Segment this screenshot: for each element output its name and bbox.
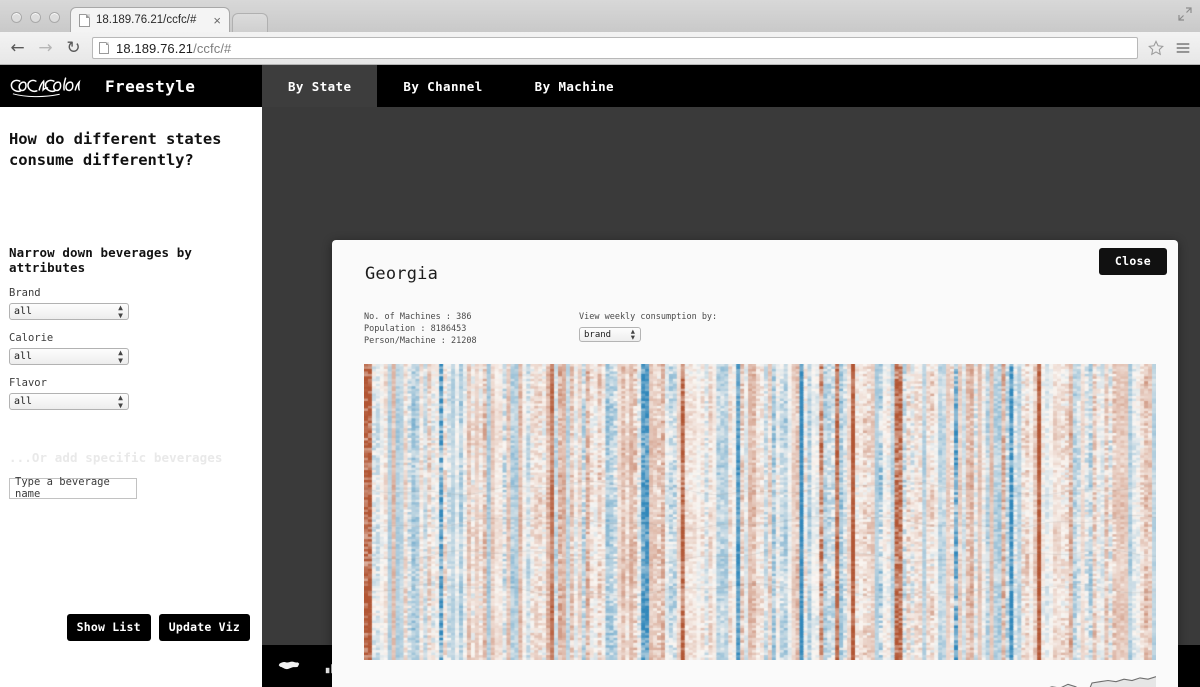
update-viz-button[interactable]: Update Viz <box>158 614 250 641</box>
view-by-select[interactable]: brand ▲ ▼ <box>579 327 641 342</box>
browser-tabstrip: 18.189.76.21/ccfc/# × <box>0 0 1200 32</box>
sidebar-actions: Show List Update Viz <box>0 614 250 641</box>
stat-person-per-machine-value: 21208 <box>451 336 477 347</box>
state-detail-modal: Close Georgia No. of Machines : 386 Popu… <box>332 240 1178 687</box>
filter-brand-select[interactable]: all ▲ ▼ <box>9 302 129 320</box>
page-icon <box>79 13 90 27</box>
window-close-button[interactable] <box>11 12 22 23</box>
browser-toolbar: ← → ↻ 18.189.76.21/ccfc/# <box>0 32 1200 65</box>
window-minimize-button[interactable] <box>30 12 41 23</box>
close-button[interactable]: Close <box>1098 248 1167 275</box>
heatmap-canvas[interactable] <box>364 364 1156 660</box>
forward-arrow-icon[interactable]: → <box>36 39 55 58</box>
area-chart-fill <box>1051 676 1156 687</box>
area-chart-svg <box>1049 676 1156 687</box>
browser-chrome: 18.189.76.21/ccfc/# × ← → ↻ 18.189.76.21… <box>0 0 1200 65</box>
filter-flavor-label: Flavor <box>9 376 47 389</box>
hamburger-menu-icon[interactable] <box>1174 39 1192 57</box>
stat-machines-value: 386 <box>456 312 472 322</box>
stat-machines-label: No. of Machines <box>364 312 441 322</box>
tab-by-state[interactable]: By State <box>262 65 378 107</box>
chevron-updown-icon: ▲ ▼ <box>118 348 123 365</box>
url-path: /ccfc/# <box>193 40 232 56</box>
view-by-label: View weekly consumption by: <box>579 312 718 322</box>
page-icon <box>99 42 109 54</box>
view-by-value: brand <box>584 329 612 340</box>
address-bar-url: 18.189.76.21/ccfc/# <box>116 41 231 56</box>
filter-calorie: Calorie all ▲ ▼ <box>9 332 250 365</box>
specific-beverages-heading: ...Or add specific beverages <box>9 449 223 465</box>
app-header: Freestyle By State By Channel By Machine <box>0 65 1200 107</box>
browser-tab[interactable]: 18.189.76.21/ccfc/# × <box>70 7 230 32</box>
stat-population-label: Population <box>364 324 416 335</box>
maximize-icon[interactable] <box>1177 6 1193 22</box>
address-bar[interactable]: 18.189.76.21/ccfc/# <box>92 37 1138 59</box>
page-title: How do different states consume differen… <box>9 130 222 169</box>
filter-brand-value: all <box>14 305 33 317</box>
filter-flavor: Flavor all ▲ ▼ <box>9 377 250 410</box>
window-controls[interactable] <box>0 12 70 32</box>
filter-calorie-label: Calorie <box>9 331 54 344</box>
app-brand-name: Freestyle <box>105 76 196 96</box>
chevron-updown-icon: ▲ ▼ <box>118 393 123 410</box>
modal-title: Georgia <box>365 264 439 284</box>
brand-zone: Freestyle <box>0 65 262 107</box>
sidebar: How do different states consume differen… <box>0 107 262 687</box>
view-by-control: View weekly consumption by: brand ▲ ▼ <box>579 312 717 342</box>
area-chart-line <box>1049 676 1156 687</box>
application: Freestyle By State By Channel By Machine… <box>0 65 1200 687</box>
beverage-search-input[interactable]: Type a beverage name <box>9 476 137 501</box>
workspace: How do different states consume differen… <box>0 107 1200 687</box>
filter-calorie-select[interactable]: all ▲ ▼ <box>9 347 129 365</box>
filter-flavor-select[interactable]: all ▲ ▼ <box>9 392 129 410</box>
new-tab-icon[interactable] <box>232 13 268 32</box>
coca-cola-logo <box>10 77 81 98</box>
tab-by-machine[interactable]: By Machine <box>508 65 640 107</box>
us-map-icon[interactable] <box>278 657 300 675</box>
filter-flavor-value: all <box>14 395 33 407</box>
window-zoom-button[interactable] <box>49 12 60 23</box>
beverage-search-placeholder: Type a beverage name <box>15 476 110 501</box>
tab-by-channel[interactable]: By Channel <box>377 65 509 107</box>
state-stats: No. of Machines : 386 Population : 81864… <box>364 311 477 347</box>
back-arrow-icon[interactable]: ← <box>8 39 27 58</box>
stat-population-value: 8186453 <box>430 324 467 335</box>
chevron-updown-icon: ▲ ▼ <box>118 303 123 320</box>
browser-tab-title: 18.189.76.21/ccfc/# <box>96 14 197 26</box>
star-icon[interactable] <box>1147 39 1165 57</box>
stat-population: Population : 8186453 <box>364 324 467 335</box>
stat-person-per-machine: Person/Machine : 21208 <box>364 336 477 347</box>
url-host: 18.189.76.21 <box>116 40 194 56</box>
stat-machines: No. of Machines : 386 <box>364 312 472 322</box>
stat-person-per-machine-label: Person/Machine <box>364 336 436 347</box>
chevron-updown-icon: ▲ ▼ <box>630 327 635 342</box>
filter-brand-label: Brand <box>9 286 41 299</box>
filter-calorie-value: all <box>14 350 33 362</box>
consumption-area-chart[interactable] <box>364 664 1156 687</box>
show-list-button[interactable]: Show List <box>66 614 151 641</box>
reload-icon[interactable]: ↻ <box>64 39 83 58</box>
app-tabs: By State By Channel By Machine <box>262 65 640 107</box>
consumption-heatmap[interactable] <box>364 364 1156 660</box>
close-icon[interactable]: × <box>209 13 221 28</box>
filter-brand: Brand all ▲ ▼ <box>9 287 250 320</box>
attributes-heading: Narrow down beverages by attributes <box>9 244 193 275</box>
